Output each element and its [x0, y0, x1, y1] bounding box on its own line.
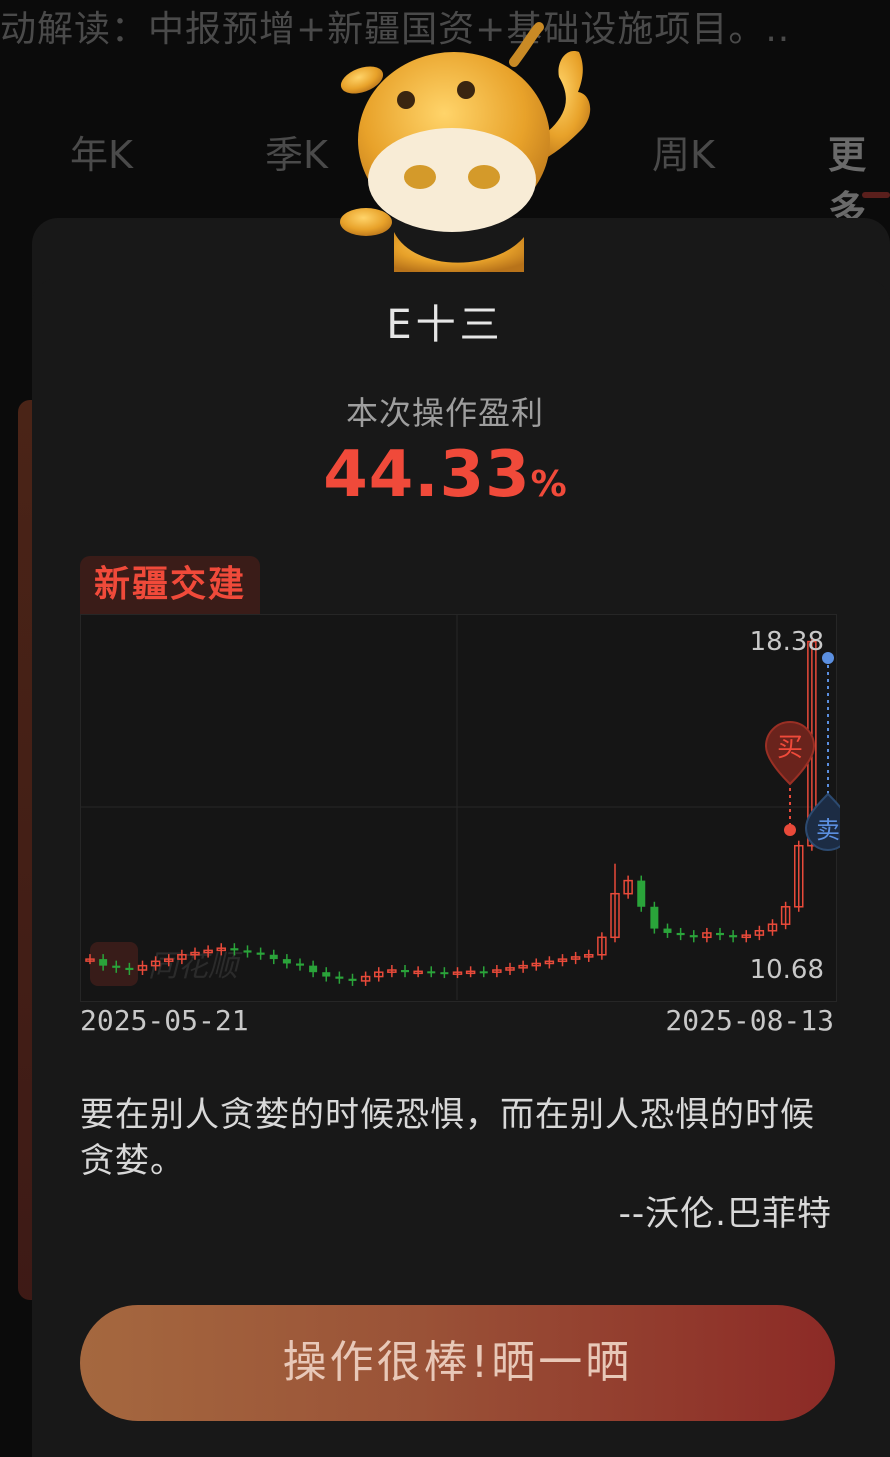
candle [479, 971, 488, 974]
candle [243, 950, 252, 953]
cow-mascot-icon [340, 22, 591, 272]
candle [440, 972, 449, 975]
price-low-label: 10.68 [750, 955, 824, 985]
candle [282, 959, 291, 964]
chart-start-date: 2025-05-21 [80, 1004, 249, 1037]
tab-week-k: 周K [652, 133, 715, 177]
candle [256, 952, 265, 955]
candle [125, 967, 134, 971]
profit-unit: % [530, 464, 567, 505]
username: E十三 [386, 302, 504, 348]
candle [322, 972, 331, 977]
candle [427, 971, 436, 974]
candle [348, 978, 357, 981]
candle [689, 935, 698, 938]
candle [637, 880, 646, 907]
profit-label: 本次操作盈利 [345, 394, 544, 432]
candle [230, 948, 239, 951]
candle [401, 970, 409, 973]
profit-value: 44.33% [0, 438, 890, 512]
profit-number: 44.33 [323, 438, 531, 512]
candle [650, 906, 659, 929]
buy-marker-label: 买 [777, 733, 803, 763]
price-high-label: 18.38 [750, 627, 824, 657]
candle [716, 932, 724, 936]
candle [112, 965, 121, 968]
sell-marker-label: 卖 [816, 816, 840, 844]
buy-marker-icon: 买 [764, 721, 816, 836]
candle [309, 965, 318, 973]
tab-underline [862, 192, 890, 198]
chart-end-date: 2025-08-13 [665, 1004, 834, 1037]
candle [729, 935, 738, 938]
investment-quote: 要在别人贪婪的时候恐惧，而在别人恐惧的时候贪婪。 [80, 1095, 815, 1181]
candle [99, 959, 108, 966]
share-button[interactable]: 操作很棒!晒一晒 [80, 1305, 835, 1421]
candle [663, 928, 672, 933]
tab-quarter-k: 季K [265, 133, 328, 177]
kline-chart: 同花顺 18.38 10.68 买 卖 [80, 614, 840, 1000]
tab-year-k: 年K [70, 133, 133, 177]
stock-name-tag: 新疆交建 [80, 556, 261, 614]
candle [335, 976, 344, 979]
candle [676, 932, 685, 936]
quote-author: --沃伦.巴菲特 [618, 1194, 832, 1234]
candle [269, 954, 278, 960]
candle [296, 963, 304, 966]
